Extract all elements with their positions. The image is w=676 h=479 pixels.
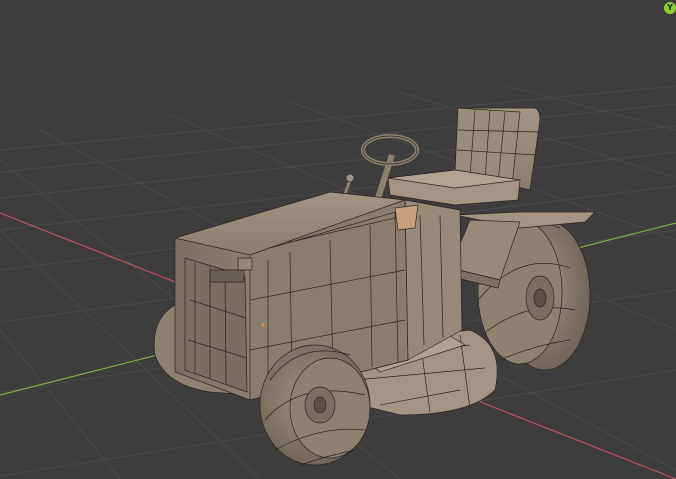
axis-gizmo-y-icon[interactable]: Y — [664, 2, 676, 14]
front-wheel — [259, 344, 371, 466]
3d-viewport[interactable]: Y — [0, 0, 676, 479]
seat — [387, 107, 541, 206]
viewport-canvas[interactable] — [0, 0, 676, 479]
tractor-model — [153, 107, 596, 466]
